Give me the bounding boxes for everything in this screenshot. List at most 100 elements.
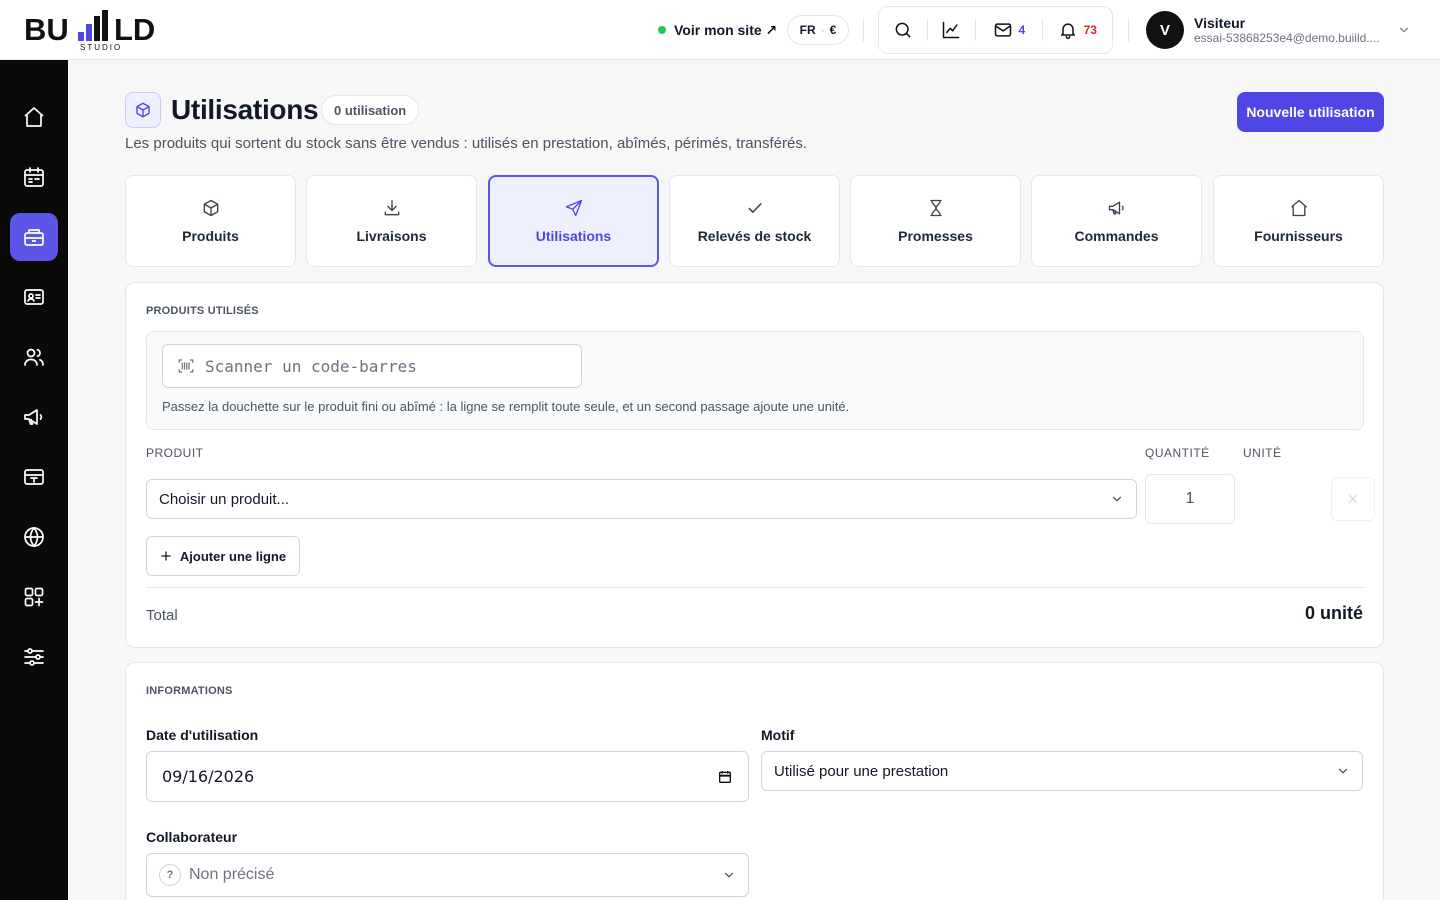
sidebar-item-home[interactable]: [10, 93, 58, 141]
download-icon: [384, 199, 399, 216]
sidebar-item-settings[interactable]: [10, 633, 58, 681]
online-status-dot: [658, 26, 666, 34]
search-button[interactable]: [879, 7, 927, 53]
quantity-input[interactable]: 1: [1145, 474, 1235, 524]
messages-button[interactable]: 4: [976, 7, 1041, 53]
tab-usages[interactable]: Utilisations: [488, 175, 659, 267]
svg-text:STUDIO: STUDIO: [80, 43, 122, 52]
chart-line-icon: [943, 21, 960, 39]
bell-icon: [1060, 23, 1075, 40]
build-logo-icon: BU LD STUDIO: [24, 10, 155, 52]
calendar-icon[interactable]: [717, 769, 733, 785]
chevron-down-icon: [1338, 768, 1348, 774]
megaphone-icon: [24, 409, 43, 425]
products-used-card: PRODUITS UTILISÉS Scanner un code-barres…: [125, 282, 1384, 648]
sidebar-item-team[interactable]: [10, 333, 58, 381]
date-label: Date d'utilisation: [146, 727, 259, 743]
user-email: essai-53868253e4@demo.buiild....: [1194, 30, 1380, 45]
reason-select[interactable]: Utilisé pour une prestation: [761, 751, 1363, 791]
add-line-label: Ajouter une ligne: [179, 548, 287, 564]
total-value: 0 unité: [1304, 603, 1363, 623]
box-icon: [203, 199, 218, 217]
column-header-unit: UNITÉ: [1243, 446, 1282, 460]
sidebar-item-checkout[interactable]: [10, 453, 58, 501]
page-title: Utilisations: [171, 94, 319, 125]
users-icon: [24, 348, 44, 366]
mail-count: 4: [1018, 23, 1026, 37]
avatar: V: [1146, 11, 1184, 49]
send-icon: [565, 199, 582, 217]
box-icon: [136, 102, 150, 118]
reason-label: Motif: [761, 727, 795, 743]
top-bar: BU LD STUDIO Voir mon site ↗ FR · € 4 73…: [0, 0, 1440, 60]
barcode-icon: [178, 359, 194, 373]
column-header-product: PRODUIT: [146, 446, 204, 460]
barcode-input[interactable]: Scanner un code-barres: [162, 344, 582, 388]
notification-count: 73: [1083, 23, 1097, 37]
divider: [146, 587, 1364, 588]
section-label: INFORMATIONS: [146, 685, 233, 697]
stock-tabs: Produits Livraisons Utilisations Relevés…: [125, 175, 1384, 267]
sidebar: [0, 60, 68, 900]
notifications-button[interactable]: 73: [1043, 7, 1112, 53]
megaphone-icon: [1108, 201, 1124, 215]
information-card: INFORMATIONS Date d'utilisation 09/16/20…: [125, 662, 1384, 900]
reason-select-value: Utilisé pour une prestation: [774, 762, 949, 780]
barcode-placeholder: Scanner un code-barres: [205, 356, 417, 376]
add-line-button[interactable]: Ajouter une ligne: [146, 536, 300, 576]
collaborator-select-value: Non précisé: [189, 866, 275, 883]
topbar-divider: [1128, 18, 1129, 42]
tab-stock-counts[interactable]: Relevés de stock: [669, 175, 840, 267]
cash-register-icon: [24, 469, 44, 485]
search-icon: [895, 22, 911, 38]
house-icon: [1290, 199, 1307, 217]
tab-orders[interactable]: Commandes: [1031, 175, 1202, 267]
currency-symbol: €: [829, 23, 837, 37]
usage-date-value: 09/16/2026: [162, 767, 255, 786]
sidebar-item-marketing[interactable]: [10, 393, 58, 441]
usage-count-badge: 0 utilisation: [321, 95, 420, 125]
sidebar-item-agenda[interactable]: [10, 153, 58, 201]
page-icon: [125, 92, 161, 128]
language-code: FR: [799, 23, 816, 37]
sidebar-item-clients[interactable]: [10, 273, 58, 321]
svg-text:BU: BU: [24, 12, 69, 47]
topbar-tools: 4 73: [878, 6, 1113, 54]
check-icon: [747, 203, 762, 213]
user-name: Visiteur: [1194, 14, 1246, 31]
usage-date-input[interactable]: 09/16/2026: [146, 751, 749, 802]
chevron-down-icon: [1399, 27, 1409, 33]
id-card-icon: [24, 289, 44, 305]
column-header-quantity: QUANTITÉ: [1145, 446, 1210, 460]
barcode-scan-panel: Scanner un code-barres Passez la douchet…: [146, 331, 1364, 430]
scan-help-text: Passez la douchette sur le produit fini …: [162, 399, 850, 414]
new-usage-button[interactable]: Nouvelle utilisation: [1237, 92, 1384, 132]
product-select-value: Choisir un produit...: [159, 490, 290, 508]
sidebar-item-apps[interactable]: [10, 573, 58, 621]
view-site-link[interactable]: Voir mon site ↗: [658, 18, 777, 42]
tab-products[interactable]: Produits: [125, 175, 296, 267]
collaborator-select[interactable]: ? Non précisé: [146, 853, 749, 897]
product-select[interactable]: Choisir un produit...: [146, 479, 1137, 519]
home-icon: [24, 107, 44, 127]
brand-logo[interactable]: BU LD STUDIO: [24, 8, 184, 52]
user-menu[interactable]: V Visiteur essai-53868253e4@demo.buiild.…: [1146, 10, 1416, 50]
page-description: Les produits qui sortent du stock sans ê…: [125, 135, 808, 152]
tab-suppliers[interactable]: Fournisseurs: [1213, 175, 1384, 267]
sidebar-item-website[interactable]: [10, 513, 58, 561]
collaborator-label: Collaborateur: [146, 829, 238, 845]
tab-deliveries[interactable]: Livraisons: [306, 175, 477, 267]
remove-line-button[interactable]: [1331, 477, 1375, 521]
close-icon: [1348, 494, 1358, 504]
sidebar-item-stock[interactable]: [10, 213, 58, 261]
svg-text:LD: LD: [114, 12, 155, 47]
chevron-down-icon: [724, 872, 734, 878]
tab-promises[interactable]: Promesses: [850, 175, 1021, 267]
calendar-icon: [24, 167, 44, 187]
stock-icon: [24, 229, 44, 246]
language-currency-selector[interactable]: FR · €: [787, 15, 849, 45]
hourglass-icon: [929, 199, 942, 217]
globe-icon: [24, 526, 44, 548]
stats-button[interactable]: [928, 7, 976, 53]
question-mark-icon: ?: [159, 864, 181, 886]
